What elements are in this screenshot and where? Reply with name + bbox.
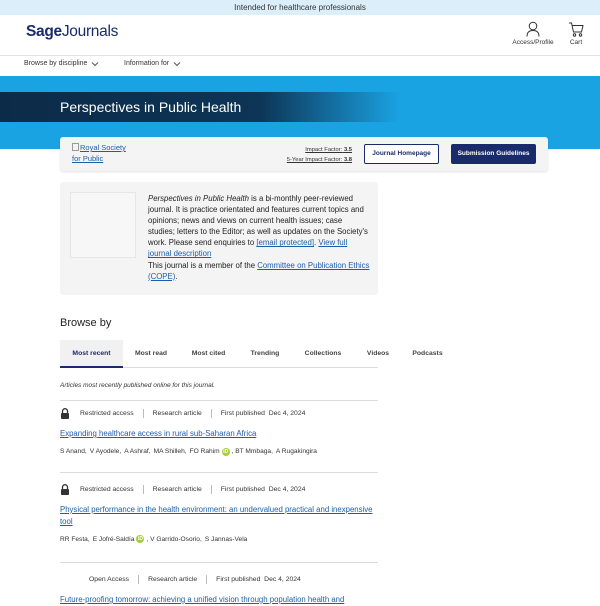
author-link[interactable]: V Ayodele, bbox=[90, 448, 121, 455]
browse-tabs: Most recent Most read Most cited Trendin… bbox=[60, 340, 443, 368]
orcid-icon[interactable]: iD bbox=[221, 447, 230, 456]
user-icon bbox=[526, 21, 540, 37]
author-link[interactable]: A Rugakingira bbox=[276, 448, 317, 455]
email-link[interactable]: [email protected] bbox=[256, 238, 314, 247]
article-item: Restricted access Research article First… bbox=[60, 407, 390, 456]
nav-information-for[interactable]: Information for bbox=[124, 60, 181, 67]
divider bbox=[60, 400, 378, 401]
article-item: Restricted access Research article First… bbox=[60, 483, 390, 543]
browse-by-heading: Browse by bbox=[60, 317, 112, 329]
journal-info-card: Royal Society for Public Impact Factor: … bbox=[60, 137, 548, 171]
author-link[interactable]: A Ashraf, bbox=[124, 448, 150, 455]
tab-description: Articles most recently published online … bbox=[60, 382, 215, 389]
article-meta: Restricted access Research article First… bbox=[60, 407, 390, 419]
article-type: Research article bbox=[144, 408, 212, 418]
access-status: Restricted access bbox=[80, 408, 144, 418]
site-header: SageJournals Access/Profile Cart bbox=[0, 15, 600, 55]
impact-factor: Impact Factor: 3.5 bbox=[305, 147, 352, 153]
tab-most-read[interactable]: Most read bbox=[131, 340, 171, 368]
tab-collections[interactable]: Collections bbox=[298, 340, 348, 368]
divider bbox=[60, 562, 378, 563]
society-logo-link[interactable]: Royal Society for Public bbox=[72, 142, 136, 164]
article-authors: RR Festa, E Jofré-Saldía iD , V Garrido-… bbox=[60, 535, 390, 543]
author-link[interactable]: E Jofré-Saldía bbox=[93, 536, 135, 543]
nav-browse-by-discipline[interactable]: Browse by discipline bbox=[24, 60, 99, 67]
tab-trending[interactable]: Trending bbox=[245, 340, 285, 368]
article-type: Research article bbox=[139, 574, 208, 584]
five-year-impact-factor: 5-Year Impact Factor: 3.8 bbox=[286, 157, 352, 163]
lock-icon bbox=[61, 407, 69, 419]
author-link[interactable]: S Anand, bbox=[60, 448, 87, 455]
article-type: Research article bbox=[144, 484, 212, 494]
author-link[interactable]: MA Shilleh, bbox=[154, 448, 187, 455]
article-item: Open Access Research article First publi… bbox=[60, 574, 390, 606]
article-meta: Open Access Research article First publi… bbox=[60, 574, 390, 584]
divider bbox=[60, 472, 378, 473]
lock-icon bbox=[61, 483, 69, 495]
broken-image-icon bbox=[72, 143, 79, 151]
article-authors: S Anand, V Ayodele, A Ashraf, MA Shilleh… bbox=[60, 447, 390, 456]
author-link[interactable]: FO Rahim bbox=[190, 448, 220, 455]
chevron-down-icon bbox=[92, 61, 99, 66]
journal-cover-image bbox=[70, 192, 136, 258]
journal-homepage-button[interactable]: Journal Homepage bbox=[364, 144, 439, 164]
access-status: Restricted access bbox=[80, 484, 144, 494]
author-link[interactable]: S Jannas-Vela bbox=[205, 536, 248, 543]
cart-button[interactable]: Cart bbox=[566, 21, 586, 46]
article-meta: Restricted access Research article First… bbox=[60, 483, 390, 495]
cart-icon bbox=[569, 22, 584, 37]
main-nav: Browse by discipline Information for bbox=[0, 55, 600, 76]
journal-title: Perspectives in Public Health bbox=[60, 99, 242, 115]
tab-most-cited[interactable]: Most cited bbox=[186, 340, 231, 368]
publish-date: First published Dec 4, 2024 bbox=[220, 409, 306, 417]
orcid-icon[interactable]: iD bbox=[136, 535, 145, 543]
journal-description-box: Perspectives in Public Health is a bi-mo… bbox=[60, 182, 378, 295]
article-title-link[interactable]: Physical performance in the health envir… bbox=[60, 504, 380, 527]
article-title-link[interactable]: Expanding healthcare access in rural sub… bbox=[60, 428, 380, 440]
sage-journals-logo[interactable]: SageJournals bbox=[26, 23, 118, 41]
publish-date: First published Dec 4, 2024 bbox=[216, 575, 301, 583]
access-profile-button[interactable]: Access/Profile bbox=[512, 21, 554, 46]
submission-guidelines-button[interactable]: Submission Guidelines bbox=[451, 144, 536, 164]
tab-most-recent[interactable]: Most recent bbox=[60, 340, 123, 368]
tab-videos[interactable]: Videos bbox=[358, 340, 398, 368]
journal-description: Perspectives in Public Health is a bi-mo… bbox=[148, 194, 370, 281]
author-link[interactable]: , V Garrido-Osorio, bbox=[146, 536, 201, 543]
chevron-down-icon bbox=[173, 61, 181, 66]
healthcare-banner: Intended for healthcare professionals bbox=[0, 0, 600, 15]
author-link[interactable]: , BT Mmbaga, bbox=[232, 448, 273, 455]
publish-date: First published Dec 4, 2024 bbox=[220, 485, 306, 493]
impact-factors[interactable]: Impact Factor: 3.5 5-Year Impact Factor:… bbox=[287, 145, 352, 165]
author-link[interactable]: RR Festa, bbox=[60, 536, 90, 543]
access-status: Open Access bbox=[80, 574, 140, 584]
tab-podcasts[interactable]: Podcasts bbox=[405, 340, 450, 368]
